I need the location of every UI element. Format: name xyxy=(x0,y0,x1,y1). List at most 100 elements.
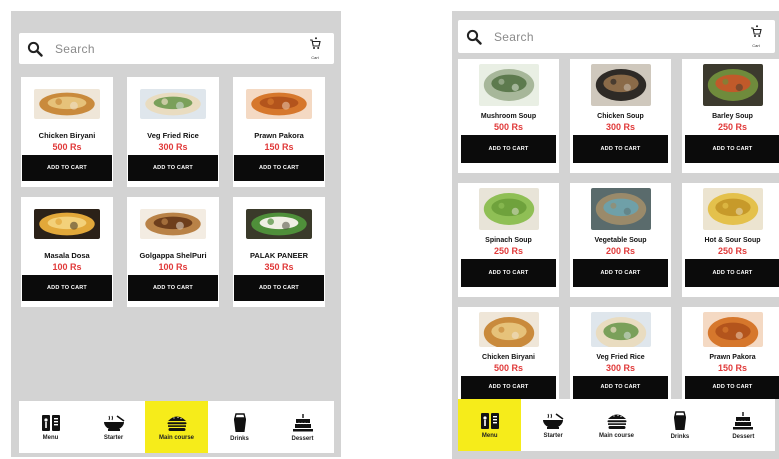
add-to-cart-button[interactable]: ADD TO CART xyxy=(573,259,668,287)
add-to-cart-button[interactable]: ADD TO CART xyxy=(461,259,556,287)
bottom-nav: Menu Starter Main course Drinks Dessert xyxy=(458,399,775,451)
item-name: Veg Fried Rice xyxy=(596,353,645,361)
nav-label: Dessert xyxy=(291,435,314,442)
nav-item-menu[interactable]: Menu xyxy=(19,401,82,453)
menu-item-card[interactable]: Chicken Soup 300 Rs ADD TO CART xyxy=(570,59,671,173)
menu-item-card[interactable]: Golgappa ShelPuri 100 Rs ADD TO CART xyxy=(127,197,219,307)
item-price: 150 Rs xyxy=(717,362,748,373)
menu-item-card[interactable]: Prawn Pakora 150 Rs ADD TO CART xyxy=(233,77,325,187)
barley-soup-photo xyxy=(702,64,763,106)
bottom-nav: Menu Starter Main course Drinks Dessert xyxy=(19,401,334,453)
biryani-photo xyxy=(34,89,100,119)
soup-bowl-icon xyxy=(541,412,565,430)
item-name: Golgappa ShelPuri xyxy=(139,251,207,260)
nav-item-starter[interactable]: Starter xyxy=(521,399,584,451)
item-name: Hot & Sour Soup xyxy=(704,237,761,244)
nav-item-drinks[interactable]: Drinks xyxy=(648,399,711,451)
menu-item-card[interactable]: Veg Fried Rice 300 Rs ADD TO CART xyxy=(127,77,219,187)
spinach-soup-photo xyxy=(478,188,539,230)
search-bar[interactable]: Search Cart xyxy=(458,20,775,53)
nav-item-drinks[interactable]: Drinks xyxy=(208,401,271,453)
menu-item-card[interactable]: Barley Soup 250 Rs ADD TO CART xyxy=(682,59,779,173)
pakora-photo xyxy=(246,89,312,119)
add-to-cart-button[interactable]: ADD TO CART xyxy=(461,135,556,163)
add-to-cart-button[interactable]: ADD TO CART xyxy=(573,375,668,399)
item-name: Chicken Soup xyxy=(597,113,644,120)
add-to-cart-button[interactable]: ADD TO CART xyxy=(461,375,556,399)
golgappa-photo xyxy=(140,209,206,239)
item-price: 100 Rs xyxy=(52,262,82,272)
cart-label: Cart xyxy=(752,43,760,48)
cart-button[interactable]: Cart xyxy=(304,37,326,60)
item-price: 300 Rs xyxy=(158,142,188,152)
menu-item-card[interactable]: Veg Fried Rice 300 Rs ADD TO CART xyxy=(570,307,671,399)
nav-item-dessert[interactable]: Dessert xyxy=(712,399,775,451)
add-to-cart-button[interactable]: ADD TO CART xyxy=(234,155,324,181)
cup-icon xyxy=(672,410,688,431)
add-to-cart-button[interactable]: ADD TO CART xyxy=(22,155,112,181)
left-phone-screen: Search Cart Chicken Biryani 500 Rs ADD TO … xyxy=(11,11,341,457)
nav-label: Menu xyxy=(42,434,59,441)
nav-item-dessert[interactable]: Dessert xyxy=(271,401,334,453)
menu-item-card[interactable]: Hot & Sour Soup 250 Rs ADD TO CART xyxy=(682,183,779,297)
item-name: PALAK PANEER xyxy=(249,251,309,260)
add-to-cart-button[interactable]: ADD TO CART xyxy=(685,375,779,399)
nav-label: Starter xyxy=(103,434,124,441)
menu-book-icon xyxy=(480,412,500,430)
menu-item-card[interactable]: Prawn Pakora 150 Rs ADD TO CART xyxy=(682,307,779,399)
add-to-cart-button[interactable]: ADD TO CART xyxy=(685,135,779,163)
item-price: 500 Rs xyxy=(493,122,524,132)
item-name: Prawn Pakora xyxy=(709,353,756,361)
nav-label: Drinks xyxy=(670,433,690,440)
menu-item-card[interactable]: Mushroom Soup 500 Rs ADD TO CART xyxy=(458,59,559,173)
nav-label: Main course xyxy=(599,432,635,439)
item-name: Barley Soup xyxy=(712,113,753,120)
item-name: Vegetable Soup xyxy=(594,237,647,244)
nav-item-menu[interactable]: Menu xyxy=(458,399,522,451)
item-name: Prawn Pakora xyxy=(254,131,304,140)
pakora-photo xyxy=(702,312,763,347)
item-price: 500 Rs xyxy=(493,362,524,373)
cake-icon xyxy=(732,411,754,431)
soup-bowl-icon xyxy=(102,414,126,432)
menu-item-card[interactable]: Masala Dosa 100 Rs ADD TO CART xyxy=(21,197,113,307)
item-name: Spinach Soup xyxy=(485,237,532,244)
item-price: 500 Rs xyxy=(52,142,82,152)
item-name: Masala Dosa xyxy=(44,251,90,260)
menu-item-card[interactable]: PALAK PANEER 350 Rs ADD TO CART xyxy=(233,197,325,307)
cart-icon[interactable] xyxy=(750,25,762,43)
menu-item-card[interactable]: Spinach Soup 250 Rs ADD TO CART xyxy=(458,183,559,297)
add-to-cart-button[interactable]: ADD TO CART xyxy=(685,259,779,287)
nav-item-main-course[interactable]: Main course xyxy=(145,401,208,453)
search-bar[interactable]: Search Cart xyxy=(19,33,334,64)
menu-item-card[interactable]: Chicken Biryani 500 Rs ADD TO CART xyxy=(21,77,113,187)
nav-label: Dessert xyxy=(732,433,755,440)
item-price: 250 Rs xyxy=(717,246,748,256)
cart-label: Cart xyxy=(311,55,319,60)
cart-icon[interactable] xyxy=(309,37,321,55)
nav-item-main-course[interactable]: Main course xyxy=(585,399,648,451)
menu-item-card[interactable]: Vegetable Soup 200 Rs ADD TO CART xyxy=(570,183,671,297)
add-to-cart-button[interactable]: ADD TO CART xyxy=(573,135,668,163)
search-icon[interactable] xyxy=(27,41,43,57)
search-input[interactable]: Search xyxy=(494,30,745,44)
burger-icon xyxy=(606,412,628,430)
search-input[interactable]: Search xyxy=(55,42,304,56)
item-price: 100 Rs xyxy=(158,262,188,272)
item-name: Chicken Biryani xyxy=(482,353,535,361)
cart-button[interactable]: Cart xyxy=(745,25,767,48)
search-icon[interactable] xyxy=(466,29,482,45)
add-to-cart-button[interactable]: ADD TO CART xyxy=(22,275,112,301)
nav-item-starter[interactable]: Starter xyxy=(82,401,145,453)
add-to-cart-button[interactable]: ADD TO CART xyxy=(128,275,218,301)
nav-label: Menu xyxy=(481,432,498,439)
item-price: 300 Rs xyxy=(605,122,636,132)
vegetable-soup-photo xyxy=(590,188,651,230)
mushroom-soup-photo xyxy=(478,64,539,106)
item-price: 200 Rs xyxy=(605,246,636,256)
add-to-cart-button[interactable]: ADD TO CART xyxy=(128,155,218,181)
add-to-cart-button[interactable]: ADD TO CART xyxy=(234,275,324,301)
hot-sour-soup-photo xyxy=(702,188,763,230)
menu-item-card[interactable]: Chicken Biryani 500 Rs ADD TO CART xyxy=(458,307,559,399)
menu-book-icon xyxy=(41,414,61,432)
